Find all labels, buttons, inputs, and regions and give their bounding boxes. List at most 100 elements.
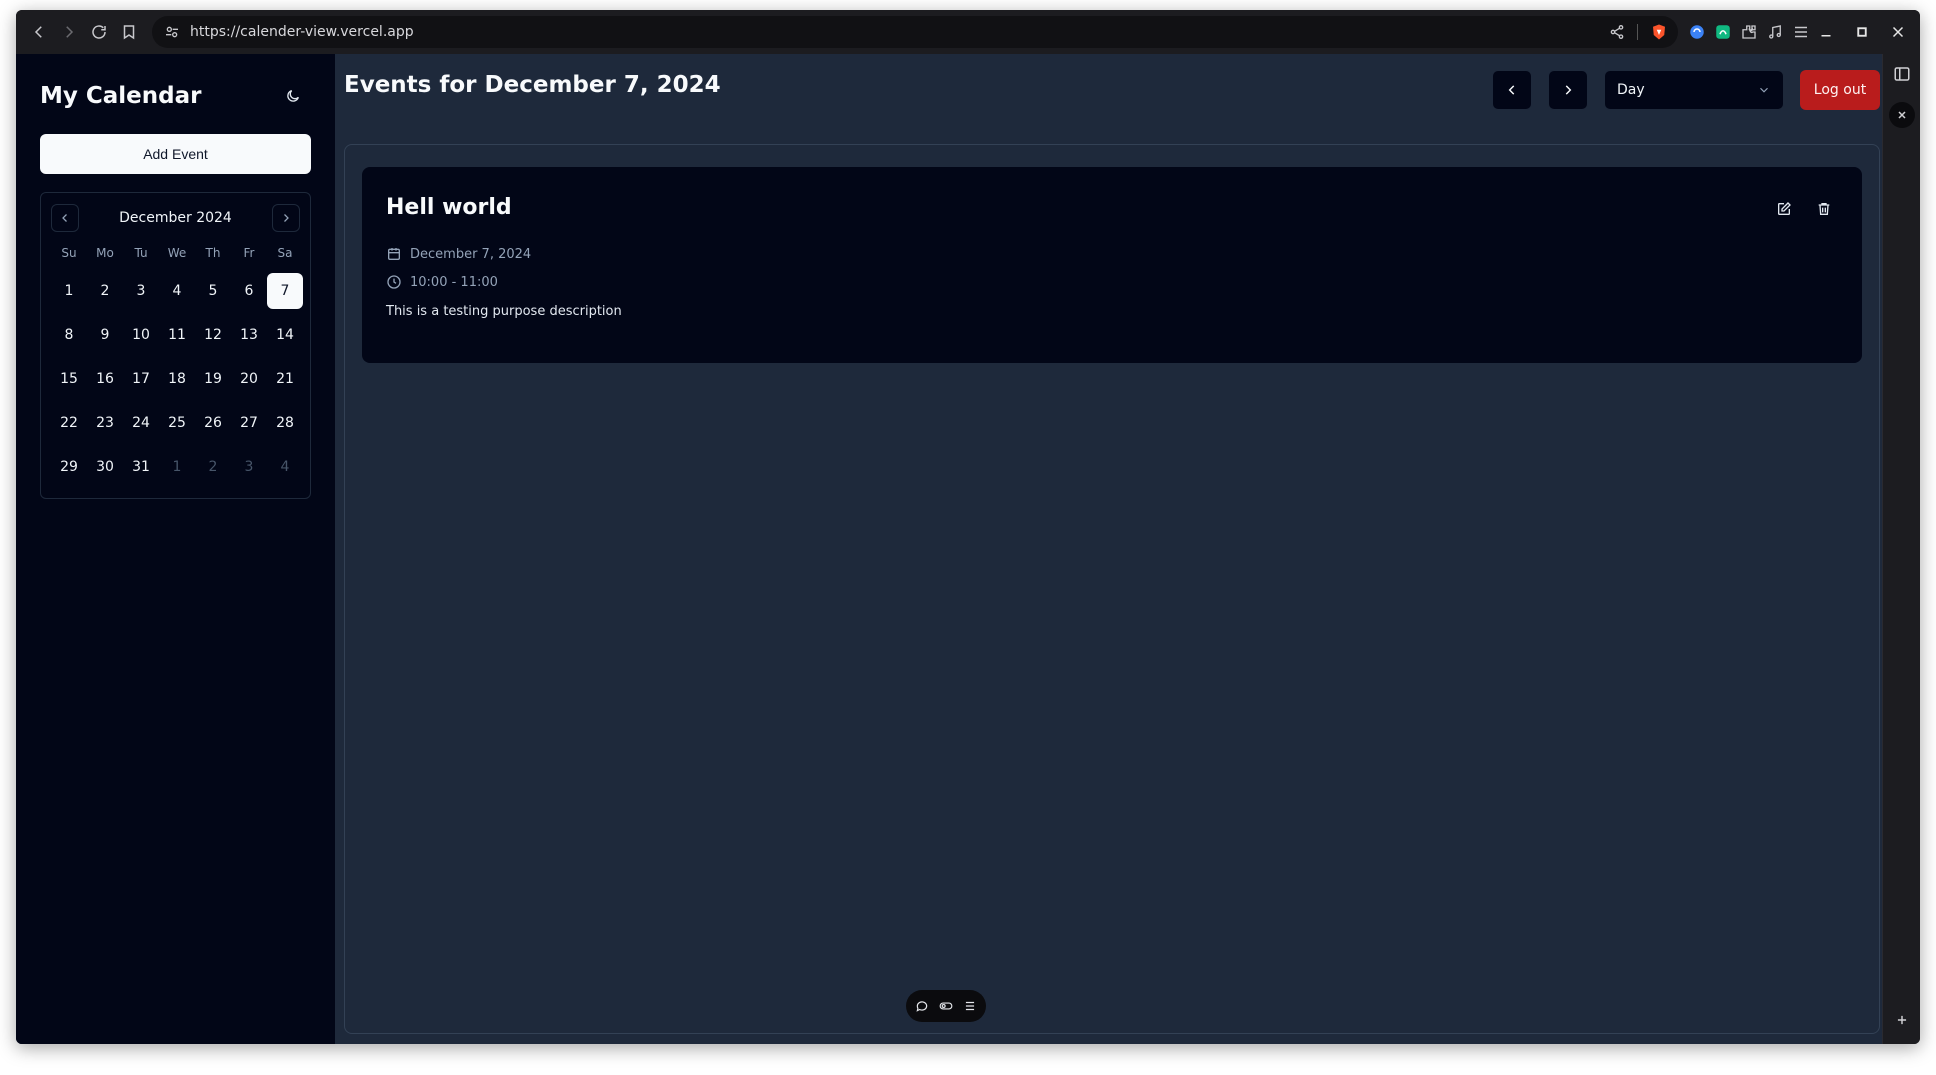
prev-month-button[interactable]	[51, 204, 79, 232]
event-description: This is a testing purpose description	[386, 304, 622, 319]
calendar-app: My Calendar Add Event December 2024 Su M…	[16, 54, 1882, 1044]
calendar-day[interactable]: 5	[195, 273, 231, 309]
chevron-right-icon	[1565, 85, 1572, 95]
event-date-row: December 7, 2024	[386, 240, 1838, 268]
window-controls	[1814, 17, 1910, 47]
address-bar[interactable]: https://calender-view.vercel.app	[152, 16, 1678, 48]
calendar-grid: Su Mo Tu We Th Fr Sa 1 2 3 4 5 6 7 8 9 1…	[51, 241, 303, 485]
calendar-day[interactable]: 11	[159, 317, 195, 353]
calendar-day[interactable]: 24	[123, 405, 159, 441]
maximize-icon[interactable]	[1850, 17, 1874, 47]
calendar-day[interactable]: 12	[195, 317, 231, 353]
calendar-icon	[388, 248, 400, 260]
calendar-day[interactable]: 19	[195, 361, 231, 397]
calendar-day[interactable]: 10	[123, 317, 159, 353]
url-text: https://calender-view.vercel.app	[190, 24, 414, 40]
extension-blue-icon[interactable]	[1688, 23, 1706, 41]
toggle-icon[interactable]	[939, 999, 953, 1013]
calendar-day[interactable]: 25	[159, 405, 195, 441]
sidebar: My Calendar Add Event December 2024 Su M…	[16, 54, 336, 1044]
event-time-row: 10:00 - 11:00	[386, 268, 1838, 296]
calendar-day-outside[interactable]: 4	[267, 449, 303, 485]
calendar-day[interactable]: 26	[195, 405, 231, 441]
calendar-day[interactable]: 8	[51, 317, 87, 353]
calendar-day[interactable]: 15	[51, 361, 87, 397]
calendar-day[interactable]: 28	[267, 405, 303, 441]
calendar-day[interactable]: 23	[87, 405, 123, 441]
calendar-day[interactable]: 17	[123, 361, 159, 397]
minimize-icon[interactable]	[1814, 17, 1838, 47]
weekday-label: Mo	[96, 246, 114, 260]
url-divider	[1637, 24, 1638, 40]
events-panel: Hell world December 7, 2024 10:00 - 11:0…	[344, 144, 1880, 1034]
calendar-day[interactable]: 3	[123, 273, 159, 309]
calendar-day[interactable]: 21	[267, 361, 303, 397]
next-month-button[interactable]	[272, 204, 300, 232]
weekday-label: Su	[61, 246, 77, 260]
calendar-day[interactable]: 16	[87, 361, 123, 397]
weekday-label: We	[167, 246, 187, 260]
calendar-day-outside[interactable]: 2	[195, 449, 231, 485]
calendar-day[interactable]: 30	[87, 449, 123, 485]
calendar-day[interactable]: 9	[87, 317, 123, 353]
calendar-day[interactable]: 14	[267, 317, 303, 353]
calendar-day[interactable]: 13	[231, 317, 267, 353]
edit-icon[interactable]	[1774, 199, 1794, 219]
calendar-day[interactable]: 31	[123, 449, 159, 485]
event-title: Hell world	[386, 195, 512, 220]
chevron-left-icon	[1508, 85, 1515, 95]
calendar-day[interactable]: 27	[231, 405, 267, 441]
extensions-puzzle-icon[interactable]	[1740, 23, 1758, 41]
reload-icon[interactable]	[84, 17, 114, 47]
logout-button[interactable]: Log out	[1800, 70, 1880, 110]
calendar-day[interactable]: 6	[231, 273, 267, 309]
menu-icon[interactable]	[1792, 23, 1810, 41]
bookmark-icon[interactable]	[114, 17, 144, 47]
media-icon[interactable]	[1766, 23, 1784, 41]
chevron-right-icon	[284, 214, 289, 222]
clock-icon	[387, 275, 401, 289]
app-title: My Calendar	[40, 83, 202, 109]
calendar-day[interactable]: 1	[51, 273, 87, 309]
main-header: Events for December 7, 2024 Day Log out	[344, 54, 1882, 134]
view-select[interactable]: Day	[1604, 70, 1784, 110]
calendar-day[interactable]: 4	[159, 273, 195, 309]
calendar-day-outside[interactable]: 1	[159, 449, 195, 485]
event-card[interactable]: Hell world December 7, 2024 10:00 - 11:0…	[362, 167, 1862, 363]
trash-icon[interactable]	[1814, 199, 1834, 219]
main-content: Events for December 7, 2024 Day Log out	[336, 54, 1882, 1044]
calendar-day[interactable]: 22	[51, 405, 87, 441]
previous-day-button[interactable]	[1492, 70, 1532, 110]
back-icon[interactable]	[24, 17, 54, 47]
close-panel-icon[interactable]	[1889, 102, 1915, 128]
calendar-day[interactable]: 18	[159, 361, 195, 397]
share-icon[interactable]	[1609, 24, 1625, 40]
sidebar-toggle-icon[interactable]	[1890, 62, 1914, 86]
calendar-day[interactable]: 29	[51, 449, 87, 485]
calendar-day[interactable]: 2	[87, 273, 123, 309]
browser-window: https://calender-view.vercel.app My Cale…	[16, 10, 1920, 1044]
page-title: Events for December 7, 2024	[344, 72, 721, 98]
site-settings-icon[interactable]	[164, 24, 180, 40]
add-panel-icon[interactable]	[1890, 1008, 1914, 1032]
weekday-label: Tu	[134, 246, 148, 260]
close-window-icon[interactable]	[1886, 17, 1910, 47]
comment-icon[interactable]	[915, 999, 929, 1013]
calendar-month-label: December 2024	[119, 210, 232, 226]
extensions-area	[1688, 17, 1810, 47]
brave-shield-icon[interactable]	[1650, 23, 1668, 41]
floating-toolbar	[906, 990, 986, 1022]
next-day-button[interactable]	[1548, 70, 1588, 110]
calendar-day-outside[interactable]: 3	[231, 449, 267, 485]
add-event-button[interactable]: Add Event	[40, 134, 311, 174]
extension-green-icon[interactable]	[1714, 23, 1732, 41]
list-icon[interactable]	[963, 999, 977, 1013]
calendar-day[interactable]: 20	[231, 361, 267, 397]
calendar-day-selected[interactable]: 7	[267, 273, 303, 309]
theme-toggle-moon-icon[interactable]	[275, 78, 311, 114]
browser-toolbar: https://calender-view.vercel.app	[16, 10, 1920, 54]
forward-icon[interactable]	[54, 17, 84, 47]
browser-side-panel-strip	[1882, 54, 1920, 1044]
weekday-label: Fr	[243, 246, 255, 260]
mini-calendar: December 2024 Su Mo Tu We Th Fr Sa 1 2 3	[40, 192, 311, 499]
